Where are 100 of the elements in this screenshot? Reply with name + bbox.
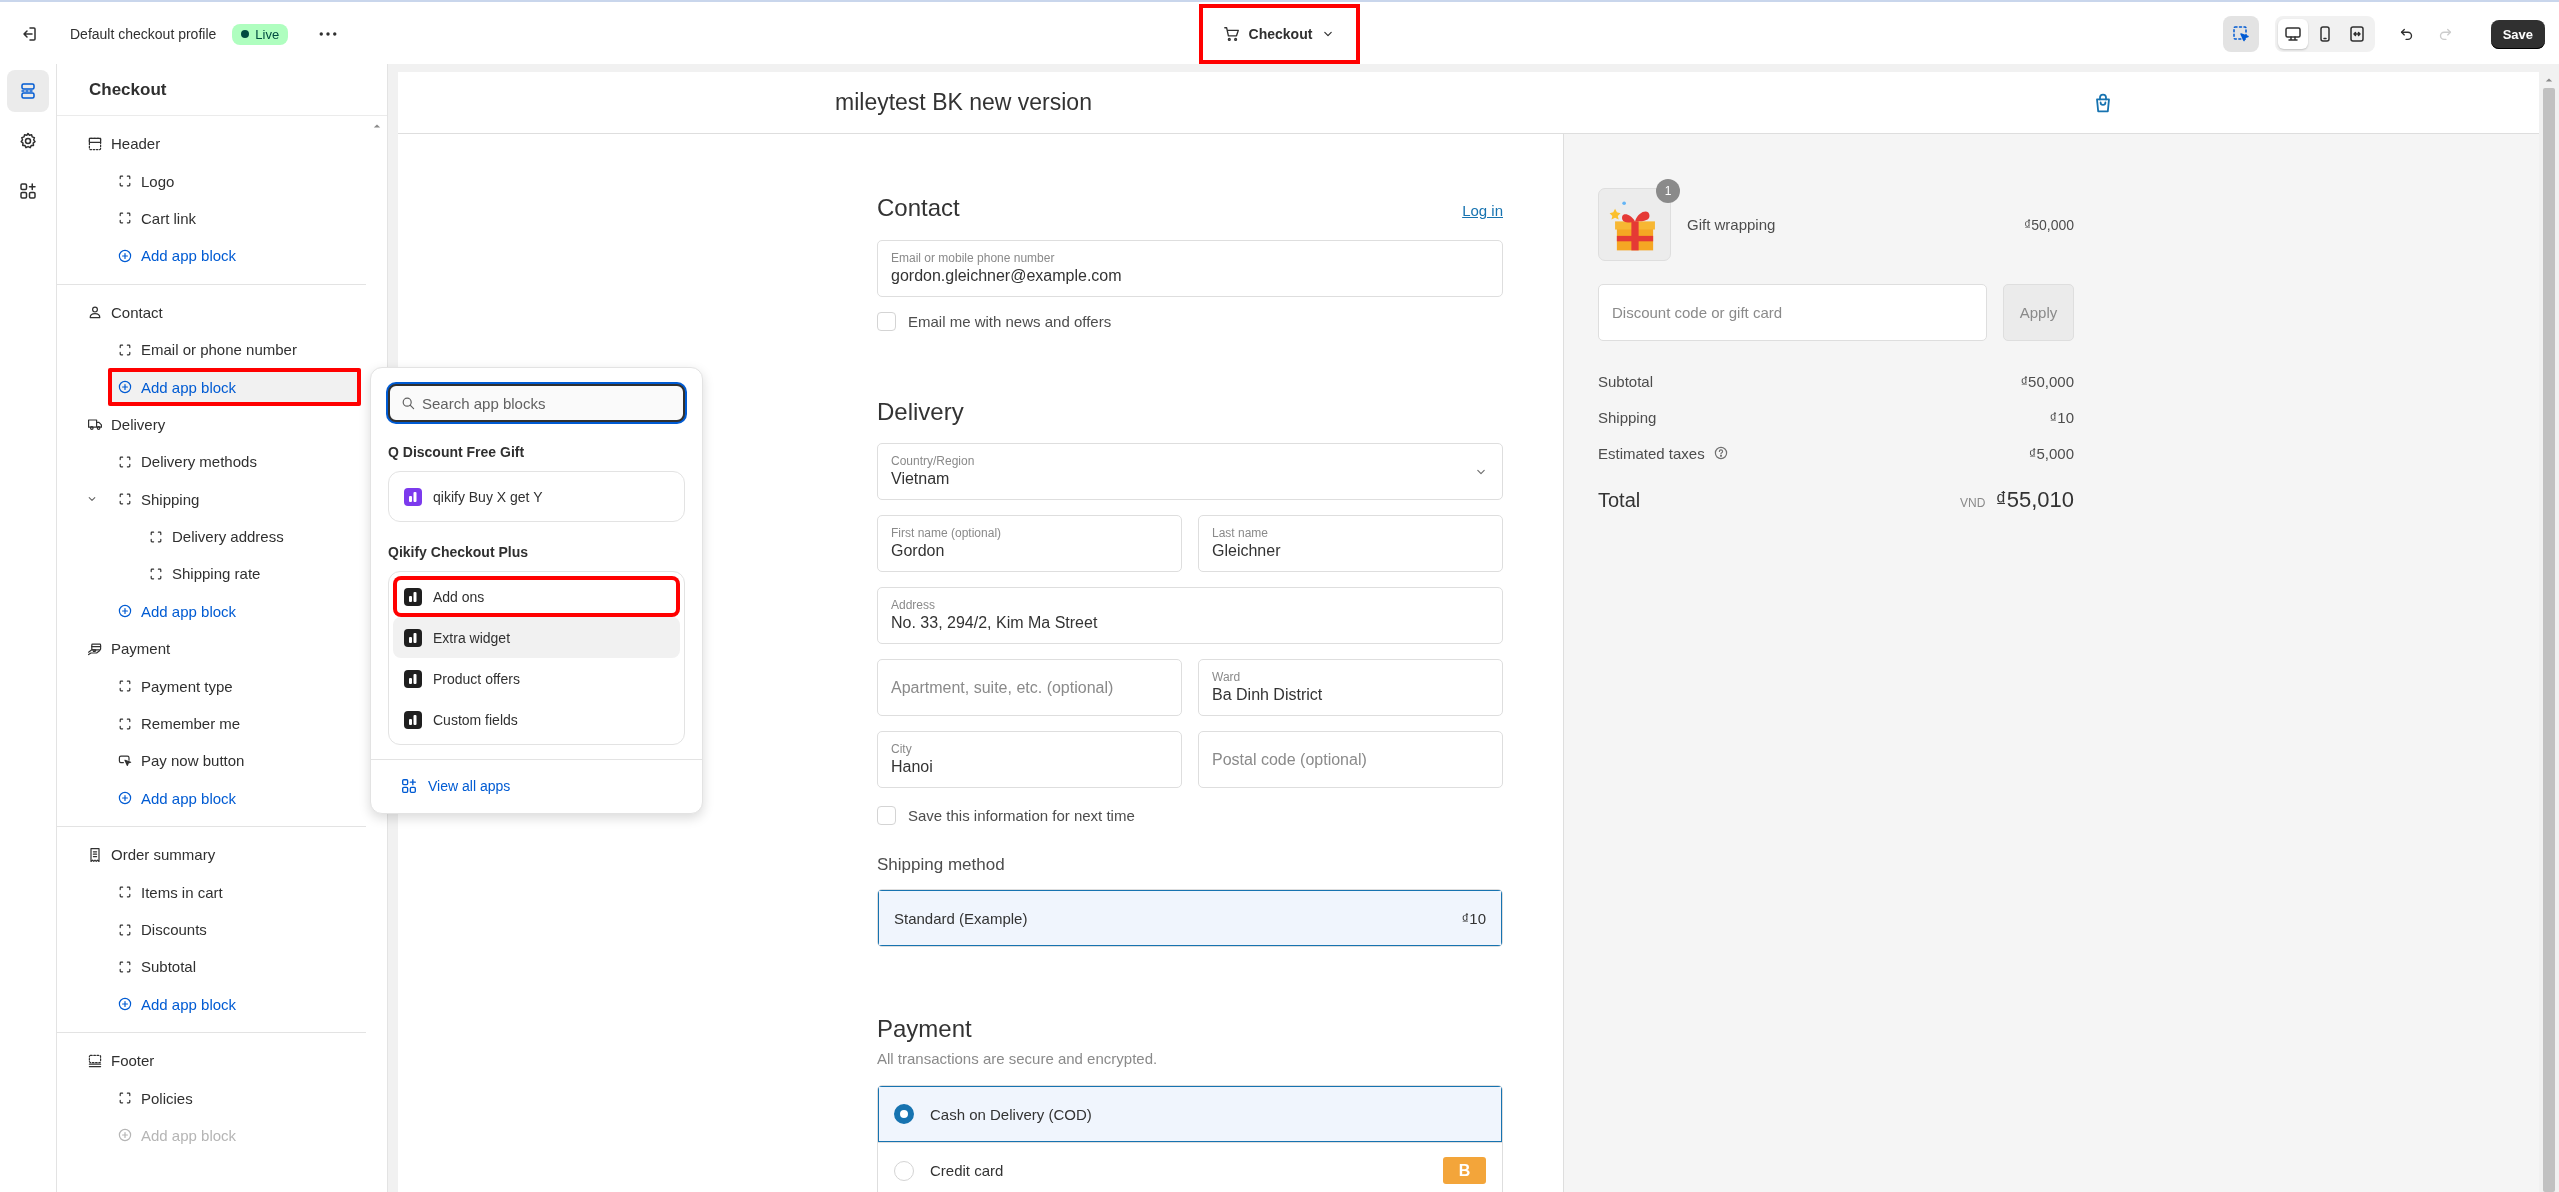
summary-value: ₫5,000 [2028,444,2074,462]
add-app-block-button[interactable]: Add app block [108,985,361,1023]
search-icon [400,395,416,411]
add-app-block-button[interactable]: Add app block [108,592,361,631]
text-input[interactable]: No. 33, 294/2, Kim Ma Street [891,613,1489,633]
inspector-toggle[interactable] [2222,16,2259,52]
payment-note: All transactions are secure and encrypted. [877,1050,1159,1067]
card-brand-badge: B [1443,1157,1486,1184]
discount-input[interactable]: Discount code or gift card [1612,304,1973,321]
block-item[interactable]: Remember me [108,704,361,743]
app-group-title: Q Discount Free Gift [388,444,526,460]
apps-icon [400,777,418,795]
text-input[interactable]: Gordon [891,541,1168,561]
add-circle-icon [117,247,133,264]
block-item[interactable]: Logo [108,162,361,200]
block-item[interactable]: Items in cart [108,873,361,911]
add-circle-icon [117,1127,133,1144]
block-item[interactable]: Subtotal [108,948,361,986]
text-input[interactable]: gordon.gleichner@example.com [891,266,1489,286]
select-cursor-icon [2230,24,2251,44]
section-item[interactable]: Order summary [78,836,361,874]
block-item[interactable]: Shipping rate [139,555,361,593]
block-item[interactable]: Email or phone number [108,330,361,369]
store-name: mileytest BK new version [835,89,1092,115]
block-item[interactable]: Shipping [108,480,361,518]
section-item[interactable]: Contact [78,293,361,331]
input-field[interactable]: First name (optional) Gordon [877,515,1182,572]
apps-icon [18,181,38,201]
input-field[interactable]: Address No. 33, 294/2, Kim Ma Street [877,587,1503,644]
block-item[interactable]: Payment type [108,667,361,705]
login-link[interactable]: Log in [1462,202,1503,219]
block-item[interactable]: Discounts [108,910,361,949]
currency-code: VND [1960,496,1986,510]
search-input[interactable]: Search app blocks [422,394,673,412]
payment-option[interactable]: Cash on Delivery (COD) [878,1086,1502,1142]
select-field[interactable]: Country/Region Vietnam [877,443,1503,500]
section-item[interactable]: Header [78,125,361,163]
more-icon [319,32,338,36]
block-item[interactable]: Pay now button [108,742,361,780]
section-item[interactable]: Footer [78,1042,361,1080]
input-field[interactable]: Postal code (optional) [1198,731,1503,788]
block-item[interactable]: Policies [108,1079,361,1117]
text-input[interactable]: Hanoi [891,757,1168,777]
add-circle-icon [117,603,133,620]
section-item[interactable]: Payment [78,630,361,668]
search-field[interactable]: Search app blocks [388,384,685,422]
app-block-item[interactable]: Extra widget [393,617,680,658]
header-layout-icon [87,135,103,152]
status-badge: Live [232,23,289,45]
sections-icon [18,81,38,101]
checkbox[interactable] [877,806,896,825]
input-field[interactable]: City Hanoi [877,731,1182,788]
checkbox-label: Save this information for next time [908,807,1135,824]
profile-name: Default checkout profile [70,26,217,42]
block-icon [148,566,164,582]
app-block-item[interactable]: Product offers [393,658,680,699]
settings-icon [18,131,38,151]
summary-value: ₫50,000 [2020,372,2074,390]
checkbox[interactable] [877,312,896,331]
text-input[interactable]: Apartment, suite, etc. (optional) [891,677,1168,698]
scrollbar-thumb[interactable] [2543,88,2555,1192]
input-field[interactable]: Email or mobile phone number gordon.gleichner@example.com [877,240,1503,297]
block-item[interactable]: Cart link [108,199,361,238]
discount-field[interactable]: Discount code or gift card [1598,284,1987,341]
checkbox-label: Email me with news and offers [908,313,1112,330]
view-all-apps-link[interactable]: View all apps [388,777,511,795]
block-item[interactable]: Delivery methods [108,443,361,481]
input-field[interactable]: Ward Ba Dinh District [1198,659,1503,716]
block-item[interactable]: Delivery address [139,517,361,556]
scroll-up-arrow-icon [2545,76,2553,84]
summary-label: Shipping [1598,408,1657,426]
add-circle-icon [117,996,133,1013]
summary-label: Subtotal [1598,372,1654,390]
add-app-block-button[interactable]: Add app block [108,237,361,275]
app-block-item[interactable]: qikify Buy X get Y [393,476,680,517]
view-button[interactable] [2277,19,2308,49]
page-selector[interactable]: Checkout [1198,4,1361,64]
text-input[interactable]: Postal code (optional) [1212,749,1489,770]
shipping-option[interactable]: Standard (Example) ₫10 [878,890,1502,946]
section-heading: Payment [877,1014,973,1044]
input-field[interactable]: Last name Gleichner [1198,515,1503,572]
quantity-badge: 1 [1656,179,1680,203]
total-label: Total [1598,489,1641,512]
app-block-item[interactable]: Custom fields [393,699,680,740]
cart-icon [1222,25,1241,43]
text-input[interactable]: Ba Dinh District [1212,685,1489,705]
input-field[interactable]: Apartment, suite, etc. (optional) [877,659,1182,716]
section-heading: Delivery [877,397,965,427]
person-icon [87,304,103,321]
add-app-block-button[interactable]: Add app block [108,368,361,406]
save-button[interactable]: Save [2490,19,2545,49]
section-subheading: Shipping method [877,855,1006,875]
text-input[interactable]: Gleichner [1212,541,1489,561]
total-value: ₫55,010 [1995,487,2074,513]
add-app-block-button[interactable]: Add app block [108,779,361,818]
product-price: ₫50,000 [2024,216,2074,233]
radio-button[interactable] [894,1104,914,1124]
section-item[interactable]: Delivery [78,405,361,444]
app-block-item[interactable]: Add ons [393,576,680,617]
summary-value: ₫10 [2049,408,2074,426]
